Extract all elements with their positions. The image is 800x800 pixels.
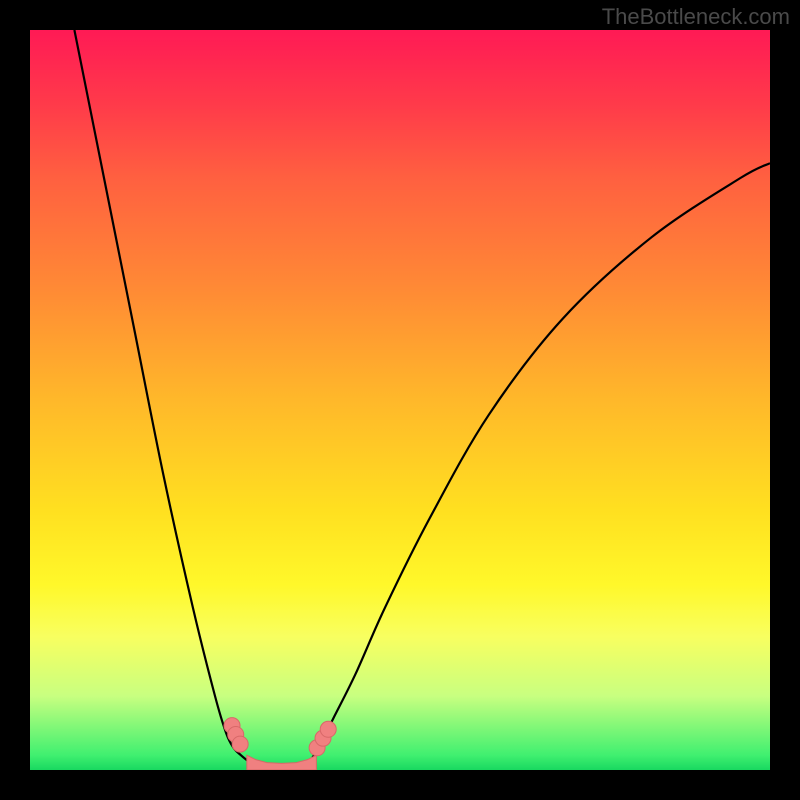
curve-markers	[224, 718, 336, 756]
bottleneck-curve	[74, 30, 770, 769]
watermark-text: TheBottleneck.com	[602, 4, 790, 30]
bottleneck-curve-plot	[30, 30, 770, 770]
right-dot-3	[320, 721, 336, 737]
left-dot-3	[232, 736, 248, 752]
valley-band	[247, 755, 317, 770]
chart-area	[30, 30, 770, 770]
